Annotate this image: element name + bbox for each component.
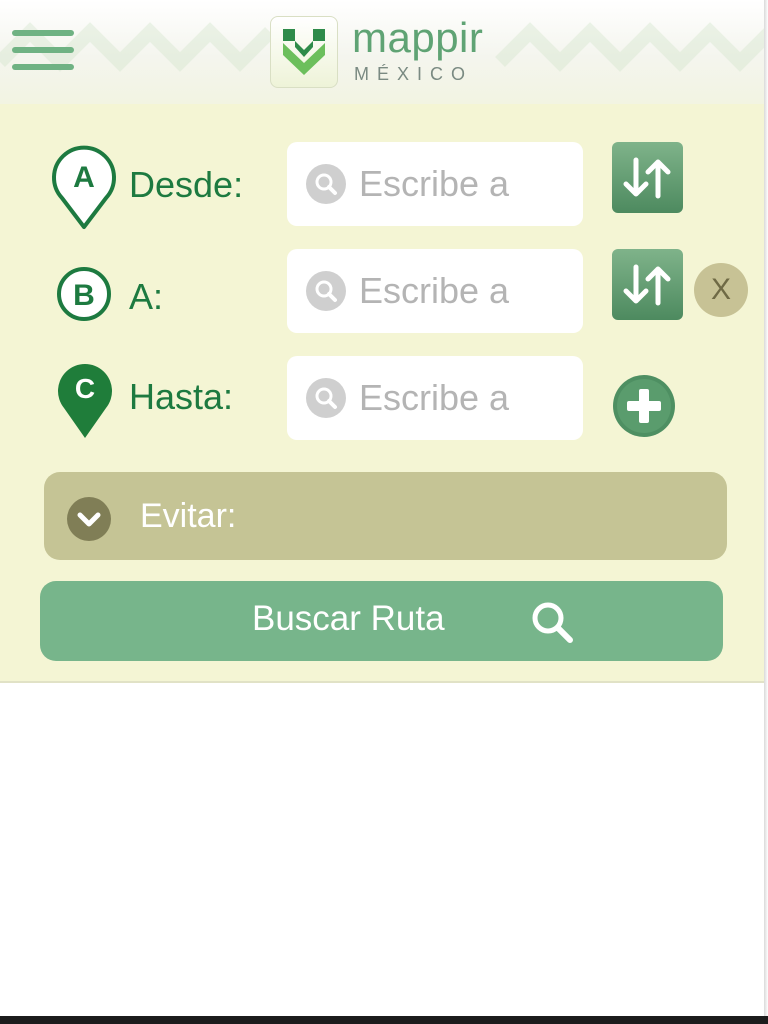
logo-badge bbox=[270, 16, 338, 88]
search-route-label: Buscar Ruta bbox=[252, 599, 445, 638]
route-form-panel: A Desde: B bbox=[0, 104, 764, 683]
marker-c-icon: C bbox=[58, 364, 112, 438]
hamburger-menu-icon-bar bbox=[12, 64, 74, 70]
magnifier-icon bbox=[532, 602, 573, 643]
window-edge bbox=[764, 0, 768, 1016]
destination-field[interactable] bbox=[287, 356, 583, 440]
app-header: mappir MÉXICO bbox=[0, 0, 764, 104]
chevron-down-icon bbox=[67, 497, 111, 541]
marker-a-icon: A bbox=[52, 145, 116, 229]
waypoint-input[interactable] bbox=[357, 267, 561, 315]
marker-c-letter: C bbox=[75, 373, 95, 404]
destination-input[interactable] bbox=[357, 374, 561, 422]
hamburger-menu-icon-bar bbox=[12, 30, 74, 36]
search-route-button[interactable]: Buscar Ruta bbox=[40, 581, 723, 661]
destination-row: C Hasta: bbox=[0, 356, 764, 442]
search-icon bbox=[306, 378, 346, 418]
logo-name: mappir bbox=[352, 14, 484, 61]
origin-label: Desde: bbox=[129, 164, 244, 205]
avoid-toggle[interactable]: Evitar: bbox=[44, 472, 727, 560]
search-icon bbox=[306, 271, 346, 311]
avoid-label: Evitar: bbox=[140, 497, 237, 535]
search-icon bbox=[306, 164, 346, 204]
app-screen: mappir MÉXICO A Desde: Escribe a B A: Es… bbox=[0, 0, 765, 1016]
logo-country: MÉXICO bbox=[354, 64, 474, 84]
hamburger-menu-icon-bar bbox=[12, 47, 74, 53]
origin-field[interactable] bbox=[287, 142, 583, 226]
waypoint-field[interactable] bbox=[287, 249, 583, 333]
swap-button-2[interactable] bbox=[612, 249, 683, 320]
origin-row: A Desde: bbox=[0, 142, 764, 229]
bottom-edge bbox=[0, 1016, 768, 1024]
marker-b-icon: B bbox=[57, 267, 111, 321]
remove-waypoint-button[interactable]: X bbox=[694, 263, 748, 317]
marker-a-letter: A bbox=[73, 161, 95, 194]
swap-arrows-icon bbox=[623, 157, 671, 199]
add-stop-button[interactable] bbox=[612, 374, 676, 438]
origin-input[interactable] bbox=[357, 160, 561, 208]
waypoint-label: A: bbox=[129, 276, 164, 317]
logo-mark-icon bbox=[283, 29, 325, 75]
destination-label: Hasta: bbox=[129, 376, 234, 417]
swap-button-1[interactable] bbox=[612, 142, 683, 213]
app-logo[interactable]: mappir MÉXICO bbox=[266, 14, 506, 94]
marker-b-letter: B bbox=[73, 279, 95, 312]
menu-button[interactable] bbox=[10, 26, 78, 74]
swap-arrows-icon bbox=[623, 264, 671, 306]
waypoint-row: B A: X bbox=[0, 249, 764, 335]
